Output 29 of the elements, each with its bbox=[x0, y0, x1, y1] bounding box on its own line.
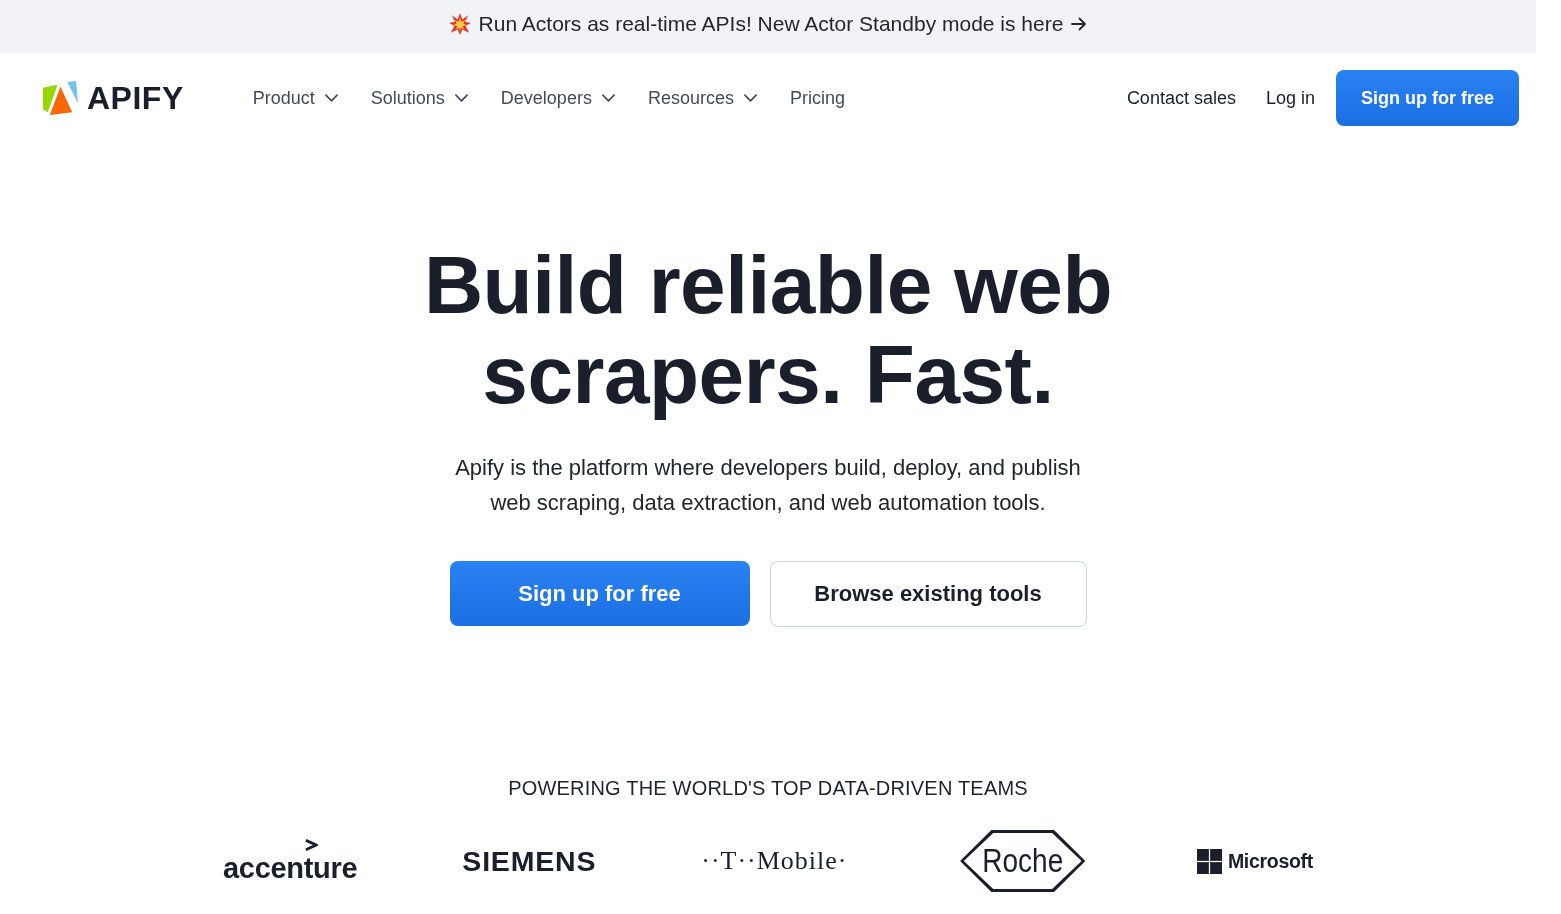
chevron-down-icon bbox=[743, 94, 757, 102]
nav-link[interactable]: Contact sales bbox=[1126, 87, 1236, 109]
customers-heading: POWERING THE WORLD'S TOP DATA-DRIVEN TEAMS bbox=[508, 777, 1028, 800]
customer-logo: accenture bbox=[223, 853, 358, 883]
browse-tools-button[interactable]: Browse existing tools bbox=[769, 561, 1087, 627]
customer-logo: SIEMENS bbox=[462, 844, 597, 878]
nav-menu-item[interactable]: Product bbox=[252, 87, 338, 109]
sign-up-button[interactable]: Sign up for free bbox=[1336, 70, 1519, 126]
customer-logo: ··T··Mobile· bbox=[701, 846, 848, 876]
arrow-right-icon bbox=[1071, 16, 1088, 31]
chevron-down-icon bbox=[601, 94, 615, 102]
customer-logo: Roche bbox=[962, 830, 1082, 892]
nav-link[interactable]: Pricing bbox=[789, 87, 845, 109]
hero-subtitle: Apify is the platform where developers build, deploy, and publish web scraping, data extraction, and web automation tools. bbox=[454, 454, 1082, 517]
hero-headline: Build reliable web scrapers. Fast. bbox=[422, 240, 1114, 420]
announcement-link[interactable]: Run Actors as real-time APIs! New Actor Standby mode is here bbox=[478, 11, 1064, 36]
nav-link[interactable]: Log in bbox=[1265, 87, 1315, 109]
brand-name[interactable]: APIFY bbox=[87, 82, 184, 114]
nav-menu-item[interactable]: Developers bbox=[500, 87, 615, 109]
chevron-down-icon bbox=[324, 94, 338, 102]
chevron-down-icon bbox=[454, 94, 468, 102]
explosion-icon bbox=[448, 12, 471, 35]
chevron-mark-icon bbox=[305, 839, 318, 852]
nav-menu-item[interactable]: Resources bbox=[647, 87, 757, 109]
customer-logo: Microsoft bbox=[1227, 849, 1313, 873]
sign-up-button[interactable]: Sign up for free bbox=[449, 561, 750, 626]
nav-menu-item[interactable]: Solutions bbox=[370, 87, 468, 109]
apify-logo-icon[interactable] bbox=[42, 79, 79, 117]
four-squares-icon bbox=[1196, 848, 1222, 874]
